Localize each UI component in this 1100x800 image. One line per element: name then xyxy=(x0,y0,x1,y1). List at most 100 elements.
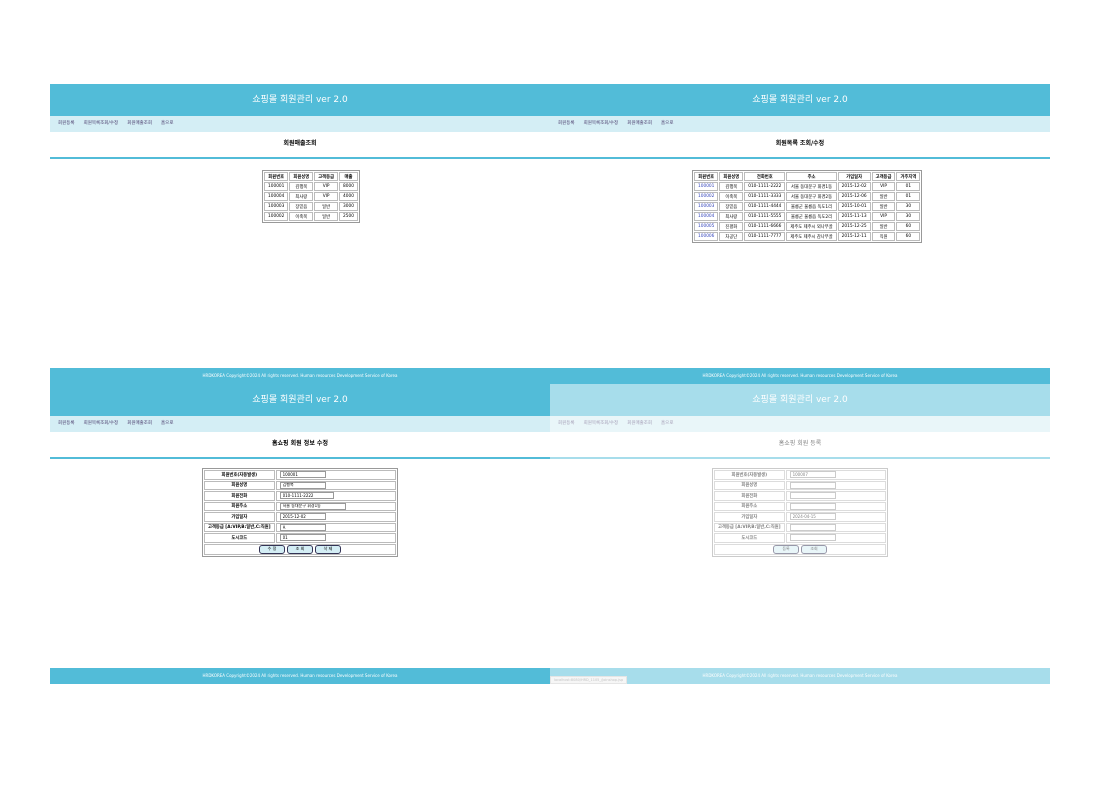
column-header: 전화번호 xyxy=(744,172,786,181)
table-cell: 100002 xyxy=(264,212,289,221)
footer: HRDKOREA Copyright©2024 All rights reser… xyxy=(50,668,550,684)
form-row: 회원번호(자동발생) xyxy=(204,470,396,480)
nav-list[interactable]: 회원목록조회/수정 xyxy=(84,121,119,126)
field-input[interactable] xyxy=(279,471,326,479)
nav-register[interactable]: 회원등록 xyxy=(558,121,575,126)
form-row: 회원주소 xyxy=(204,501,396,511)
nav-home[interactable]: 홈으로 xyxy=(161,421,173,426)
status-bar-url: localhost:8080/HRD_1105_/joinshop.jsp xyxy=(550,676,628,684)
field-cell xyxy=(785,512,886,522)
nav-sales[interactable]: 회원매출조회 xyxy=(627,421,652,426)
field-input[interactable] xyxy=(279,481,326,489)
field-cell xyxy=(785,533,886,543)
table-cell: 100001 xyxy=(694,182,719,191)
form-button-2[interactable]: 삭 제 xyxy=(315,544,341,554)
nav-list[interactable]: 회원목록조회/수정 xyxy=(84,421,119,426)
member-id-link[interactable]: 100004 xyxy=(698,214,714,219)
table-cell: 일반 xyxy=(871,222,896,231)
form-button-1[interactable]: 조 회 xyxy=(287,544,313,554)
table-cell: 이축복 xyxy=(289,212,314,221)
table-cell: 2015-10-01 xyxy=(837,202,871,211)
form-row: 회원번호(자동발생) xyxy=(714,470,886,480)
sales-table: 회원번호 회원성명 고객등급 매출 100001 김행복 VIP 8000 100004 최사랑 V… xyxy=(262,170,360,223)
field-cell xyxy=(275,522,396,532)
nav-register[interactable]: 회원등록 xyxy=(58,121,75,126)
table-row: 100006 차공단 010-1111-7777 제주도 제주시 감나무골 2015-1… xyxy=(694,232,921,241)
member-id-link[interactable]: 100006 xyxy=(698,234,714,239)
table-row: 100004 최사랑 VIP 4000 xyxy=(264,192,358,201)
nav-home[interactable]: 홈으로 xyxy=(161,121,173,126)
table-cell: VIP xyxy=(871,182,896,191)
member-id-link[interactable]: 100001 xyxy=(698,184,714,189)
table-row: 100003 장믿음 010-1111-4444 울릉군 울릉읍 독도1리 2015-1… xyxy=(694,202,921,211)
button-row: 수 정조 회삭 제 xyxy=(204,543,396,555)
form-row: 회원전화 xyxy=(714,491,886,501)
table-cell: 100004 xyxy=(264,192,289,201)
nav-sales[interactable]: 회원매출조회 xyxy=(627,121,652,126)
field-label: 회원번호(자동발생) xyxy=(714,470,785,480)
field-input[interactable] xyxy=(279,534,326,542)
table-cell: 010-1111-7777 xyxy=(744,232,786,241)
field-input[interactable] xyxy=(279,523,326,531)
field-input[interactable] xyxy=(789,502,836,510)
page-title: 회원매출조회 xyxy=(50,132,550,159)
field-label: 고객등급 [A:VIP,B:일반,C:직원] xyxy=(204,522,275,532)
nav-home[interactable]: 홈으로 xyxy=(661,121,673,126)
form-button-1[interactable]: 조회 xyxy=(801,544,827,554)
column-header: 회원성명 xyxy=(719,172,744,181)
field-cell xyxy=(785,522,886,532)
field-input[interactable] xyxy=(789,492,836,500)
table-cell: VIP xyxy=(314,192,339,201)
app-title: 쇼핑몰 회원관리 ver 2.0 xyxy=(550,84,1050,116)
table-cell: 010-1111-4444 xyxy=(744,202,786,211)
nav-register[interactable]: 회원등록 xyxy=(58,421,75,426)
table-row: 100001 김행복 010-1111-2222 서울 동대문구 휘경1동 2015-1… xyxy=(694,182,921,191)
field-label: 회원주소 xyxy=(714,501,785,511)
form-button-0[interactable]: 등록 xyxy=(773,544,799,554)
member-id-link[interactable]: 100002 xyxy=(698,194,714,199)
member-id-link[interactable]: 100003 xyxy=(698,204,714,209)
form-row: 가입일자 xyxy=(204,512,396,522)
member-id-link[interactable]: 100005 xyxy=(698,224,714,229)
field-input[interactable] xyxy=(789,481,836,489)
table-cell: 직원 xyxy=(871,232,896,241)
field-cell xyxy=(785,480,886,490)
field-input[interactable] xyxy=(789,534,836,542)
field-input[interactable] xyxy=(789,523,836,531)
table-cell: 일반 xyxy=(871,202,896,211)
column-header: 주소 xyxy=(786,172,837,181)
panel-list: 쇼핑몰 회원관리 ver 2.0 회원등록 회원목록조회/수정 회원매출조회 홈으로 … xyxy=(550,84,1050,384)
field-input[interactable] xyxy=(789,513,836,521)
field-label: 고객등급 [A:VIP,B:일반,C:직원] xyxy=(714,522,785,532)
table-cell: 2015-12-11 xyxy=(837,232,871,241)
field-label: 가입일자 xyxy=(714,512,785,522)
field-input[interactable] xyxy=(279,513,326,521)
table-cell: 100003 xyxy=(694,202,719,211)
field-label: 회원주소 xyxy=(204,501,275,511)
table-cell: 울릉군 울릉읍 독도1리 xyxy=(786,202,837,211)
nav-sales[interactable]: 회원매출조회 xyxy=(127,121,152,126)
field-label: 회원전화 xyxy=(204,491,275,501)
table-cell: 60 xyxy=(896,222,921,231)
field-input[interactable] xyxy=(279,492,334,500)
nav-register[interactable]: 회원등록 xyxy=(558,421,575,426)
table-cell: 100006 xyxy=(694,232,719,241)
field-input[interactable] xyxy=(789,471,836,479)
table-cell: 100004 xyxy=(694,212,719,221)
nav-bar: 회원등록 회원목록조회/수정 회원매출조회 홈으로 xyxy=(550,416,1050,432)
field-label: 가입일자 xyxy=(204,512,275,522)
form-row: 가입일자 xyxy=(714,512,886,522)
table-cell: 일반 xyxy=(314,202,339,211)
form-button-0[interactable]: 수 정 xyxy=(259,544,285,554)
table-cell: 김행복 xyxy=(719,182,744,191)
page-title: 홈쇼핑 회원 등록 xyxy=(550,432,1050,459)
nav-list[interactable]: 회원목록조회/수정 xyxy=(584,121,619,126)
field-input[interactable] xyxy=(279,502,346,510)
table-cell: 010-1111-6666 xyxy=(744,222,786,231)
nav-bar: 회원등록 회원목록조회/수정 회원매출조회 홈으로 xyxy=(50,416,550,432)
nav-home[interactable]: 홈으로 xyxy=(661,421,673,426)
nav-list[interactable]: 회원목록조회/수정 xyxy=(584,421,619,426)
nav-sales[interactable]: 회원매출조회 xyxy=(127,421,152,426)
field-cell xyxy=(275,501,396,511)
form-row: 고객등급 [A:VIP,B:일반,C:직원] xyxy=(204,522,396,532)
